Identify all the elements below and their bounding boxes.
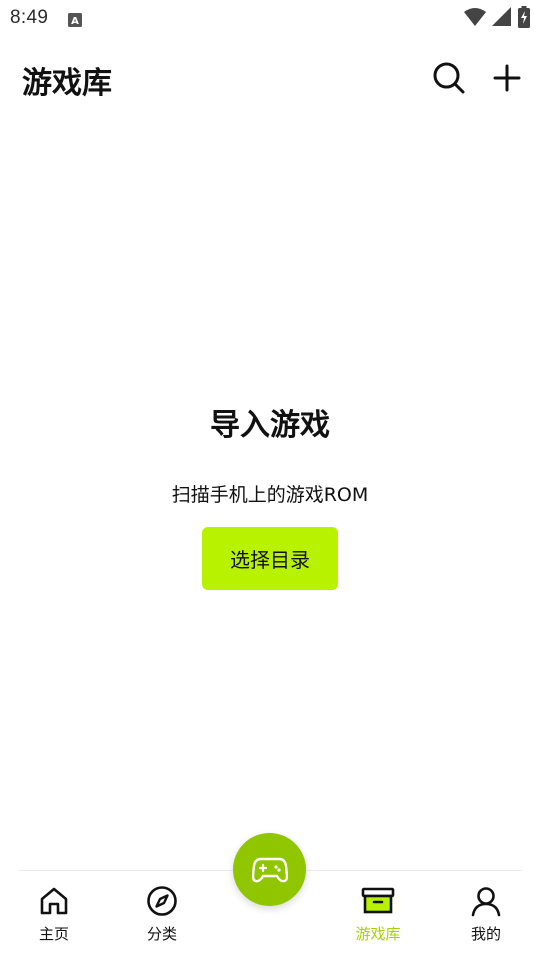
nav-item-library[interactable]: 游戏库 <box>338 885 418 949</box>
empty-state-title: 导入游戏 <box>210 408 330 443</box>
nav-item-mine[interactable]: 我的 <box>446 885 526 949</box>
nav-item-home[interactable]: 主页 <box>14 885 94 949</box>
nav-label-library: 游戏库 <box>355 925 401 943</box>
compass-icon <box>147 886 177 916</box>
search-icon <box>433 62 465 94</box>
battery-charging-icon <box>518 6 530 33</box>
nav-label-home: 主页 <box>38 925 69 943</box>
page-title: 游戏库 <box>22 66 112 101</box>
status-bar: 8:49 A <box>0 0 540 36</box>
gamepad-icon <box>251 857 288 882</box>
home-icon <box>40 887 68 915</box>
status-time: 8:49 <box>10 7 49 28</box>
archive-box-icon <box>361 887 395 914</box>
svg-text:A: A <box>71 16 79 27</box>
empty-state-description: 扫描手机上的游戏ROM <box>171 484 369 506</box>
wifi-icon <box>464 7 486 32</box>
screen: 8:49 A 游戏库 导入游戏 扫描手机上的游戏ROM 选择目录 主页 分类 游… <box>0 0 540 960</box>
text-a-icon: A <box>68 11 83 27</box>
add-button[interactable] <box>487 58 527 98</box>
nav-label-category: 分类 <box>146 925 177 943</box>
nav-label-mine: 我的 <box>470 925 501 943</box>
search-button[interactable] <box>429 58 469 98</box>
signal-icon <box>492 7 512 32</box>
app-bar: 游戏库 <box>0 52 540 108</box>
plus-icon <box>493 64 521 92</box>
choose-directory-button[interactable]: 选择目录 <box>202 527 338 590</box>
status-icons <box>464 6 530 33</box>
gamepad-fab-button[interactable] <box>233 833 306 906</box>
nav-item-category[interactable]: 分类 <box>122 885 202 949</box>
user-icon <box>471 887 501 917</box>
